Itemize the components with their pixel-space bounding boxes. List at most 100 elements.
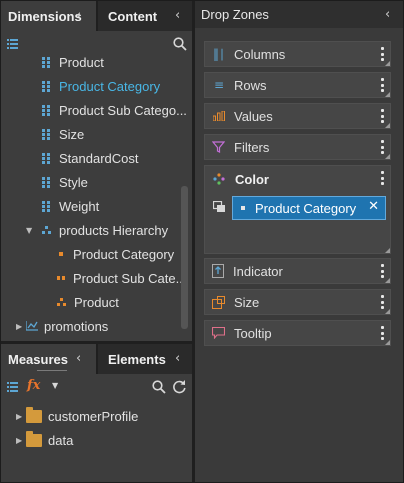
chip-label: Product Category xyxy=(255,200,357,216)
expand-right-icon[interactable]: ▶ xyxy=(16,436,26,445)
level-2-icon xyxy=(57,276,65,280)
list-item[interactable]: StandardCost xyxy=(42,146,139,170)
corner-indicator xyxy=(385,61,390,66)
list-item[interactable]: Style xyxy=(42,170,88,194)
copy-icon[interactable] xyxy=(213,201,226,213)
item-label: Product Sub Catego... xyxy=(59,102,187,118)
field-icon xyxy=(42,104,51,116)
indicator-zone[interactable]: Indicator xyxy=(204,258,391,284)
corner-indicator xyxy=(385,92,390,97)
tab-elements-label: Elements xyxy=(108,351,166,367)
drop-zones-panel: Drop Zones ‹ ‖∣ Columns ≡ Rows Values Fi… xyxy=(195,1,403,482)
hierarchy-row[interactable]: ▼ products Hierarchy xyxy=(26,218,168,242)
item-label: Weight xyxy=(59,198,100,214)
item-label: StandardCost xyxy=(59,150,139,166)
indicator-icon xyxy=(212,264,224,278)
chevron-left-icon[interactable]: ‹ xyxy=(175,351,180,366)
chevron-left-icon[interactable]: ‹ xyxy=(385,7,390,22)
corner-indicator xyxy=(385,154,390,159)
values-icon xyxy=(213,111,225,121)
list-item[interactable]: Product xyxy=(42,50,104,74)
corner-indicator xyxy=(385,278,390,283)
zone-label: Values xyxy=(234,108,273,124)
rows-icon: ≡ xyxy=(213,78,225,92)
resize-grip xyxy=(37,370,67,371)
chevron-left-icon[interactable]: ‹ xyxy=(76,351,81,366)
color-field-chip[interactable]: Product Category ✕ xyxy=(232,196,386,220)
table-row[interactable]: ▶ promotions xyxy=(16,314,108,338)
chevron-left-icon[interactable]: ‹ xyxy=(76,8,81,23)
item-label: Size xyxy=(59,126,85,142)
filters-zone[interactable]: Filters xyxy=(204,134,391,160)
expand-right-icon[interactable]: ▶ xyxy=(16,412,26,421)
list-item[interactable]: Product Category xyxy=(59,242,174,266)
refresh-icon[interactable] xyxy=(172,379,187,394)
item-label: Product Category xyxy=(59,78,161,94)
measures-toolbar: fx ▼ xyxy=(1,374,192,400)
expand-right-icon[interactable]: ▶ xyxy=(16,322,26,331)
columns-zone[interactable]: ‖∣ Columns xyxy=(204,41,391,67)
size-icon xyxy=(212,295,225,309)
corner-indicator xyxy=(385,309,390,314)
close-icon[interactable]: ✕ xyxy=(368,199,379,214)
dimensions-scrollbar[interactable] xyxy=(181,186,188,329)
field-icon xyxy=(42,56,51,68)
tab-content[interactable]: Content ‹ xyxy=(98,1,192,31)
columns-icon: ‖∣ xyxy=(213,47,225,61)
color-zone[interactable]: Color Product Category ✕ xyxy=(204,165,391,254)
list-item[interactable]: Product Sub Catego... xyxy=(42,98,187,122)
fx-icon[interactable]: fx xyxy=(27,378,40,393)
list-item[interactable]: Product Sub Cate... xyxy=(57,266,186,290)
folder-icon xyxy=(26,430,42,447)
size-zone[interactable]: Size xyxy=(204,289,391,315)
item-label: customerProfile xyxy=(48,408,139,424)
tab-dimensions-label: Dimensions xyxy=(8,8,82,24)
zone-label: Color xyxy=(235,172,269,187)
tab-measures[interactable]: Measures ‹ xyxy=(1,344,96,374)
promotions-chart-icon xyxy=(26,321,38,331)
list-item[interactable]: Weight xyxy=(42,194,99,218)
expand-down-icon[interactable]: ▼ xyxy=(26,226,36,235)
field-icon xyxy=(42,152,51,164)
tab-elements[interactable]: Elements ‹ xyxy=(98,344,192,374)
item-label: promotions xyxy=(44,318,109,334)
tab-content-label: Content xyxy=(108,8,158,24)
list-icon[interactable] xyxy=(7,39,18,49)
list-icon[interactable] xyxy=(7,382,18,392)
field-icon xyxy=(42,128,51,140)
list-item[interactable]: ▶ data xyxy=(16,428,73,452)
dimensions-tabbar: Dimensions ‹ Content ‹ xyxy=(1,1,192,31)
field-icon xyxy=(42,176,51,188)
measures-tabbar: Measures ‹ Elements ‹ xyxy=(1,344,192,374)
list-item[interactable]: Product xyxy=(57,290,119,314)
chevron-left-icon[interactable]: ‹ xyxy=(175,8,180,23)
zone-label: Indicator xyxy=(233,263,283,279)
rows-zone[interactable]: ≡ Rows xyxy=(204,72,391,98)
corner-indicator xyxy=(385,248,390,253)
list-item-selected[interactable]: Product Category xyxy=(42,74,160,98)
item-label: Product xyxy=(59,54,104,70)
search-icon[interactable] xyxy=(152,380,166,394)
drop-zones-title: Drop Zones xyxy=(201,7,269,22)
corner-indicator xyxy=(385,340,390,345)
tab-dimensions[interactable]: Dimensions ‹ xyxy=(1,1,96,31)
list-item[interactable]: Size xyxy=(42,122,84,146)
level-1-icon xyxy=(241,206,245,210)
corner-indicator xyxy=(385,123,390,128)
filter-icon xyxy=(212,141,225,153)
level-1-icon xyxy=(59,252,63,256)
item-label: Product Sub Cate... xyxy=(73,270,187,286)
left-panel: Dimensions ‹ Content ‹ Product Product C… xyxy=(1,1,192,482)
zone-label: Size xyxy=(234,294,260,310)
tab-measures-label: Measures xyxy=(8,351,68,367)
list-item[interactable]: ▶ customerProfile xyxy=(16,404,138,428)
values-zone[interactable]: Values xyxy=(204,103,391,129)
item-label: Product xyxy=(74,294,119,310)
zone-label: Filters xyxy=(234,139,270,155)
hierarchy-icon xyxy=(42,226,51,234)
kebab-menu-icon[interactable] xyxy=(377,169,387,187)
search-icon[interactable] xyxy=(173,37,187,51)
fx-dropdown-icon[interactable]: ▼ xyxy=(52,381,58,390)
tooltip-zone[interactable]: Tooltip xyxy=(204,320,391,346)
drop-zones-header: Drop Zones ‹ xyxy=(195,1,403,28)
